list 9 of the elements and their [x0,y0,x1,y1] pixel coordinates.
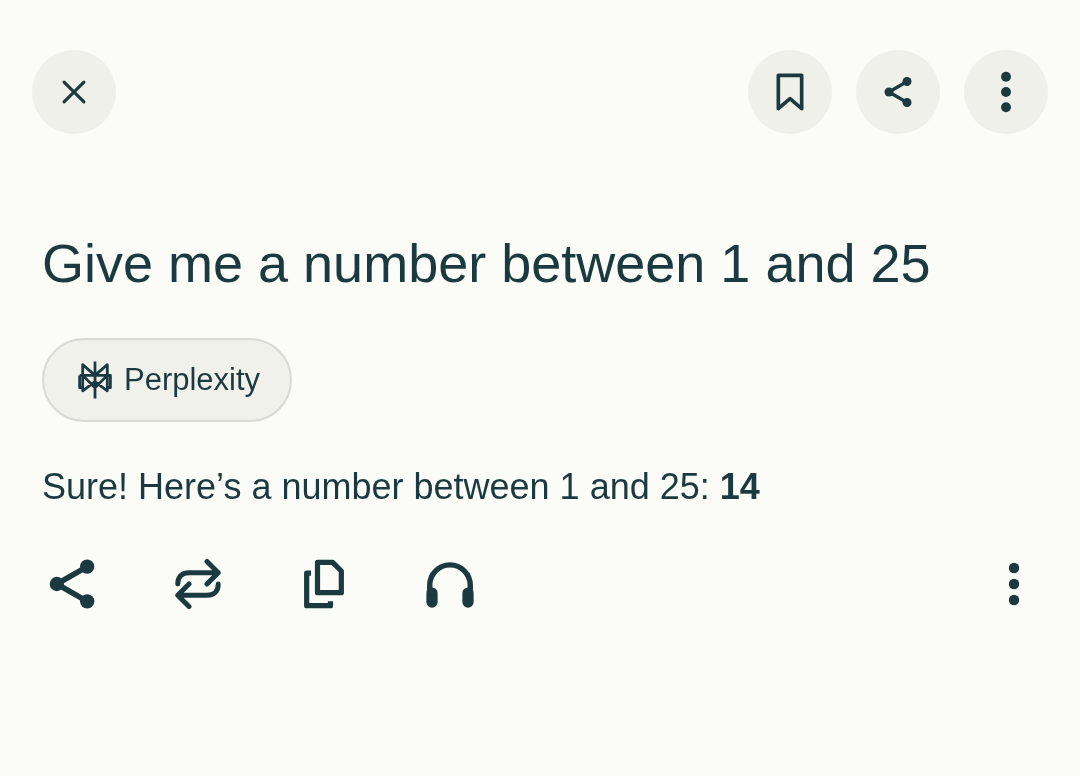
more-icon [1008,562,1020,606]
copy-icon [301,558,347,610]
headphones-icon [423,560,477,608]
source-chip[interactable]: Perplexity [42,338,293,422]
perplexity-logo-icon [76,360,114,400]
question-title: Give me a number between 1 and 25 [42,232,932,295]
more-icon [1000,71,1012,113]
bookmark-icon [773,72,807,112]
answer-text: Sure! Here’s a number between 1 and 25: 14 [42,465,761,509]
